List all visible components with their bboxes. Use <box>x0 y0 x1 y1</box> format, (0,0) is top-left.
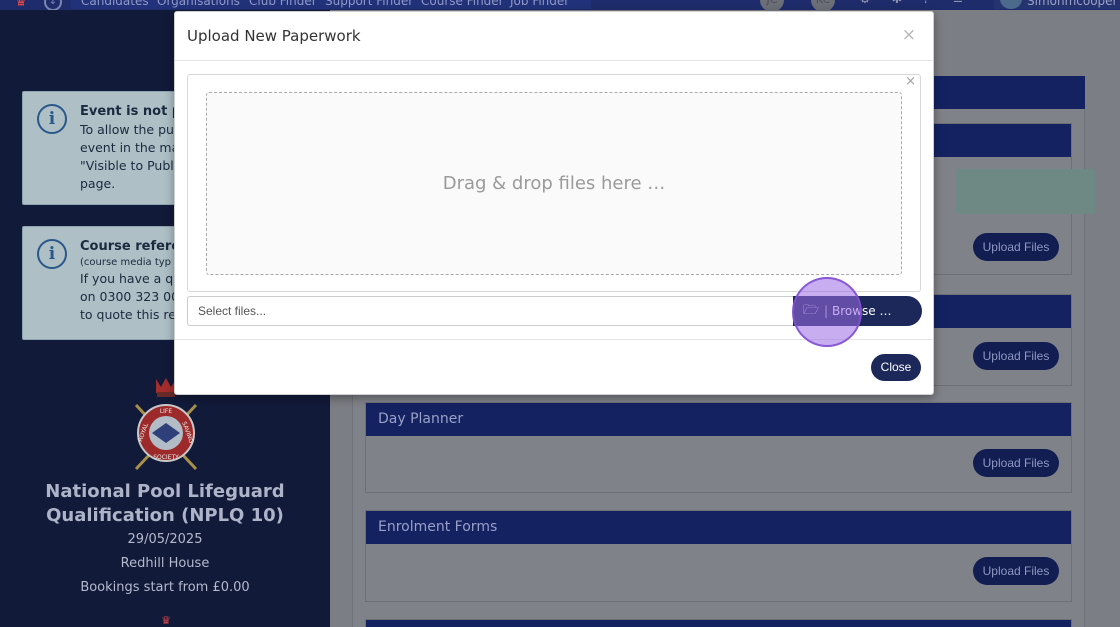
section-title <box>366 620 1071 627</box>
top-navbar: ♛ ↓ Candidates Organisations Club Finder… <box>0 0 1120 12</box>
avatar <box>1000 0 1022 9</box>
nav-link-support-finder[interactable]: Support Finder <box>325 0 413 8</box>
info-note <box>956 169 1095 214</box>
help-icon[interactable]: ? <box>918 0 934 8</box>
close-button[interactable]: Close <box>871 354 921 381</box>
paperwork-section-day-planner: Day Planner Upload Files <box>365 402 1072 493</box>
crest-text: LIFE <box>160 408 173 415</box>
modal-footer-divider <box>175 339 933 340</box>
nav-link-candidates[interactable]: Candidates <box>81 0 149 8</box>
nav-links: Candidates Organisations Club Finder Sup… <box>71 0 591 9</box>
section-title: Enrolment Forms <box>366 511 1071 544</box>
file-dropzone[interactable]: Drag & drop files here … <box>206 92 902 275</box>
upload-files-button[interactable]: Upload Files <box>973 342 1059 370</box>
section-title: Day Planner <box>366 403 1071 436</box>
user-menu[interactable]: Simonmcooper <box>994 0 1120 9</box>
browse-label: Browse … <box>832 304 892 318</box>
browse-button[interactable]: 🗁 | Browse … <box>793 296 922 326</box>
button-divider: | <box>824 304 829 318</box>
folder-open-icon: 🗁 <box>803 303 820 318</box>
nav-link-course-finder[interactable]: Course Finder <box>421 0 504 8</box>
gear-icon[interactable]: ⚙ <box>857 0 873 8</box>
dropzone-hint: Drag & drop files here … <box>442 173 666 194</box>
menu-icon[interactable]: ≡ <box>950 0 966 8</box>
crest-small-icon: ♛ <box>161 614 171 627</box>
username: Simonmcooper <box>1027 0 1118 8</box>
nav-link-job-finder[interactable]: Job Finder <box>510 0 569 8</box>
upload-files-button[interactable]: Upload Files <box>973 449 1059 477</box>
crest-text: SOCIETY <box>153 454 179 461</box>
file-select-field[interactable]: Select files... <box>187 296 793 326</box>
modal-close-icon[interactable]: × <box>902 25 916 45</box>
nav-link-club-finder[interactable]: Club Finder <box>249 0 317 8</box>
upload-files-button[interactable]: Upload Files <box>973 233 1059 261</box>
info-icon: i <box>37 104 67 134</box>
file-preview-area: × Drag & drop files here … <box>187 74 921 292</box>
modal-title: Upload New Paperwork <box>187 27 361 45</box>
event-title: National Pool Lifeguard Qualification (N… <box>45 481 285 526</box>
clear-files-icon[interactable]: × <box>905 74 916 89</box>
bug-icon[interactable]: ✱ <box>889 0 905 8</box>
event-date: 29/05/2025 <box>127 532 203 547</box>
paperwork-section <box>365 619 1072 627</box>
nav-link-organisations[interactable]: Organisations <box>157 0 240 8</box>
panel-header-bar <box>934 76 1085 109</box>
modal-header: Upload New Paperwork × <box>175 12 933 61</box>
upload-files-button[interactable]: Upload Files <box>973 557 1059 585</box>
info-icon: i <box>37 239 67 269</box>
event-price: Bookings start from £0.00 <box>80 580 250 595</box>
event-venue: Redhill House <box>120 556 210 571</box>
upload-paperwork-modal: Upload New Paperwork × × Drag & drop fil… <box>174 11 934 395</box>
paperwork-section-enrolment-forms: Enrolment Forms Upload Files <box>365 510 1072 602</box>
